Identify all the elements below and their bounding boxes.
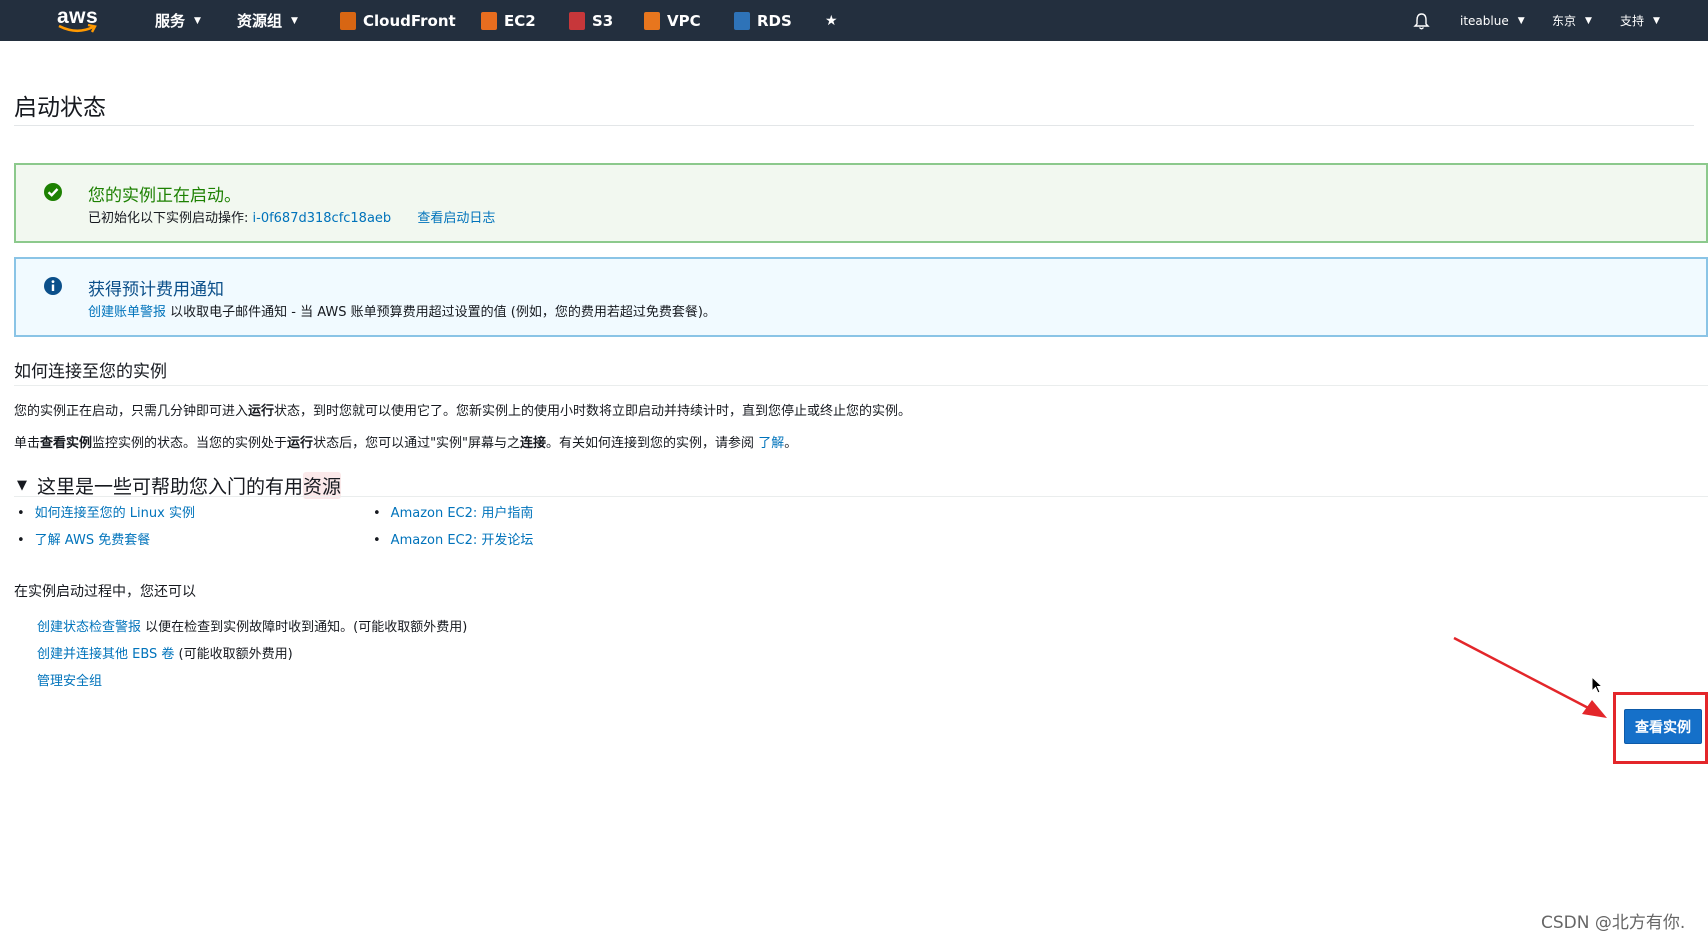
rds-icon (734, 11, 750, 30)
user-menu[interactable]: iteablue ▼ (1460, 0, 1525, 41)
support-menu[interactable]: 支持 ▼ (1620, 0, 1660, 41)
alert-body: 已初始化以下实例启动操作: i-0f687d318cfc18aeb 查看启动日志 (88, 207, 495, 226)
launch-success-alert: 您的实例正在启动。 已初始化以下实例启动操作: i-0f687d318cfc18… (14, 163, 1708, 243)
ec2-forum-link[interactable]: Amazon EC2: 开发论坛 (391, 533, 534, 548)
pinned-rds-label: RDS (757, 11, 792, 30)
create-ebs-volume-link[interactable]: 创建并连接其他 EBS 卷 (37, 647, 174, 662)
pinned-ec2-label: EC2 (504, 11, 536, 30)
pinned-cloudfront[interactable]: CloudFront (340, 0, 456, 41)
support-menu-label: 支持 (1620, 14, 1645, 28)
billing-info-alert: 获得预计费用通知 创建账单警报 以收取电子邮件通知 - 当 AWS 账单预算费用… (14, 257, 1708, 337)
bullet: • (17, 533, 25, 548)
pinned-s3[interactable]: S3 (569, 0, 613, 41)
create-status-check-alarm-link[interactable]: 创建状态检查警报 (37, 620, 141, 635)
vpc-icon (644, 11, 660, 30)
text: 状态后，您可以通过"实例"屏幕与之 (313, 436, 521, 451)
connect-paragraph-2: 单击查看实例监控实例的状态。当您的实例处于运行状态后，您可以通过"实例"屏幕与之… (14, 432, 797, 451)
title-divider (14, 125, 1694, 126)
chevron-down-icon: ▼ (291, 15, 298, 26)
during-launch-heading: 在实例启动过程中，您还可以 (14, 584, 196, 600)
resource-groups-label: 资源组 (237, 12, 283, 30)
free-tier-link[interactable]: 了解 AWS 免费套餐 (35, 533, 151, 548)
list-item: • 如何连接至您的 Linux 实例 (17, 502, 195, 521)
list-item: • Amazon EC2: 用户指南 (373, 502, 533, 521)
services-menu[interactable]: 服务 ▼ (155, 0, 201, 41)
pinned-vpc-label: VPC (667, 11, 701, 30)
pinned-ec2[interactable]: EC2 (481, 0, 536, 41)
list-item: 创建并连接其他 EBS 卷 (可能收取额外费用) (37, 643, 293, 662)
text-bold: 运行 (248, 404, 275, 419)
learn-more-link[interactable]: 了解 (758, 436, 784, 451)
list-item: 创建状态检查警报 以便在检查到实例故障时收到通知。(可能收取额外费用) (37, 616, 467, 635)
section-divider (14, 385, 1708, 386)
view-instances-button[interactable]: 查看实例 (1624, 709, 1702, 744)
top-navigation-bar: aws 服务 ▼ 资源组 ▼ CloudFront EC2 S3 VPC RDS ★… (0, 0, 1708, 41)
region-menu-label: 东京 (1552, 14, 1577, 28)
alert-title: 您的实例正在启动。 (88, 186, 241, 206)
pinned-s3-label: S3 (592, 11, 614, 30)
connect-section-heading: 如何连接至您的实例 (14, 362, 167, 382)
resources-heading-highlight: 资源 (303, 472, 342, 499)
list-item-text: 以便在检查到实例故障时收到通知。(可能收取额外费用) (141, 620, 468, 635)
region-menu[interactable]: 东京 ▼ (1552, 0, 1592, 41)
info-circle-icon (44, 277, 62, 295)
alert-body-text: 以收取电子邮件通知 - 当 AWS 账单预算费用超过设置的值 (例如，您的费用若… (166, 305, 716, 320)
text: 。 (784, 436, 798, 451)
bullet: • (17, 506, 25, 521)
annotation-arrow (1453, 636, 1607, 718)
ec2-icon (481, 11, 497, 30)
create-billing-alarm-link[interactable]: 创建账单警报 (88, 305, 166, 320)
pinned-cloudfront-label: CloudFront (363, 11, 456, 30)
ec2-user-guide-link[interactable]: Amazon EC2: 用户指南 (391, 506, 534, 521)
alert-title: 获得预计费用通知 (88, 280, 224, 300)
list-item: • Amazon EC2: 开发论坛 (373, 529, 533, 548)
aws-smile-icon (58, 24, 97, 33)
alert-body-text: 已初始化以下实例启动操作: (88, 211, 253, 226)
page-title: 启动状态 (14, 95, 106, 121)
manage-security-groups-link[interactable]: 管理安全组 (37, 674, 102, 689)
text: 监控实例的状态。当您的实例处于 (92, 436, 288, 451)
section-divider (14, 496, 1708, 497)
view-launch-log-link[interactable]: 查看启动日志 (417, 211, 495, 226)
chevron-down-icon: ▼ (194, 15, 201, 26)
text: 您的实例正在启动，只需几分钟即可进入 (14, 404, 249, 419)
chevron-down-icon: ▼ (1517, 15, 1525, 26)
text: 。有关如何连接到您的实例，请参阅 (546, 436, 759, 451)
pinned-rds[interactable]: RDS (734, 0, 792, 41)
watermark: CSDN @北方有你. (1541, 913, 1686, 933)
chevron-down-icon: ▼ (1653, 15, 1660, 26)
instance-id-link[interactable]: i-0f687d318cfc18aeb (253, 211, 392, 226)
text: 状态，到时您就可以使用它了。您新实例上的使用小时数将立即启动并持续计时，直到您停… (274, 404, 912, 419)
text-bold: 查看实例 (40, 436, 93, 451)
resource-groups-menu[interactable]: 资源组 ▼ (237, 0, 298, 41)
bullet: • (373, 533, 381, 548)
aws-logo[interactable]: aws (57, 0, 98, 41)
check-circle-icon (44, 183, 62, 201)
chevron-down-icon: ▼ (1585, 15, 1592, 26)
bell-icon[interactable] (1413, 0, 1430, 41)
cloudfront-icon (340, 11, 356, 30)
list-item: • 了解 AWS 免费套餐 (17, 529, 150, 548)
linux-connect-link[interactable]: 如何连接至您的 Linux 实例 (35, 506, 195, 521)
text: 单击 (14, 436, 41, 451)
list-item: 管理安全组 (37, 670, 102, 689)
s3-icon (569, 11, 585, 30)
user-menu-label: iteablue (1460, 13, 1509, 28)
alert-body: 创建账单警报 以收取电子邮件通知 - 当 AWS 账单预算费用超过设置的值 (例… (88, 301, 716, 320)
mouse-cursor-icon (1591, 676, 1604, 694)
caret-down-icon: ▼ (17, 478, 27, 493)
services-menu-label: 服务 (155, 12, 186, 30)
pin-icon[interactable]: ★ (825, 0, 838, 41)
connect-paragraph-1: 您的实例正在启动，只需几分钟即可进入运行状态，到时您就可以使用它了。您新实例上的… (14, 400, 911, 419)
text-bold: 连接 (520, 436, 547, 451)
text-bold: 运行 (287, 436, 314, 451)
resources-heading-text: 这里是一些可帮助您入门的有用 (37, 476, 304, 498)
bullet: • (373, 506, 381, 521)
pinned-vpc[interactable]: VPC (644, 0, 701, 41)
resources-section-toggle[interactable]: ▼ 这里是一些可帮助您入门的有用 资源 (17, 472, 342, 499)
list-item-text: (可能收取额外费用) (174, 647, 293, 662)
